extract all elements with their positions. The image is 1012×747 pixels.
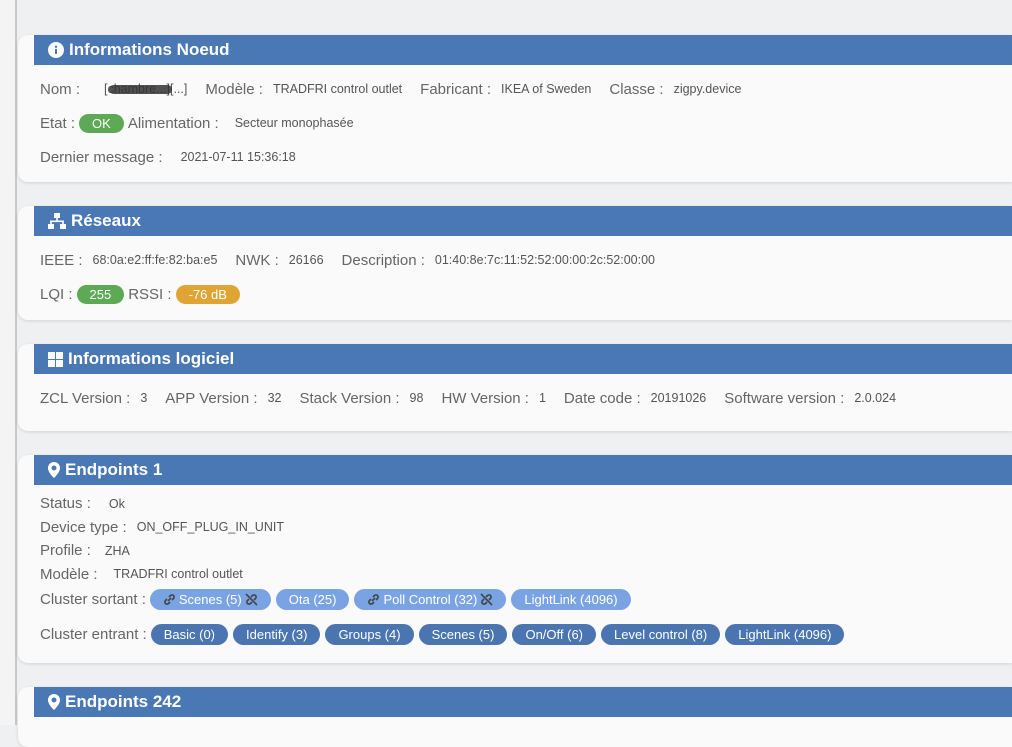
nom-value-redacted: [chambre...][...] — [104, 82, 187, 96]
modele-value: TRADFRI control outlet — [272, 82, 403, 96]
nom-label: Nom : — [40, 80, 81, 98]
lqi-label: LQI : — [40, 285, 73, 303]
dernier-message-value: 2021-07-11 15:36:18 — [180, 150, 296, 164]
alimentation-value: Secteur monophasée — [234, 116, 354, 130]
version-value: 3 — [140, 391, 148, 405]
cluster-sortant-label: Cluster sortant : — [40, 590, 146, 608]
modele-label: Modèle : — [40, 565, 98, 583]
link-icon — [164, 593, 175, 605]
rssi-badge: -76 dB — [175, 284, 240, 304]
cluster-in-chip[interactable]: Scenes (5) — [418, 623, 508, 645]
card-header: Endpoints 242 — [34, 687, 1012, 717]
classe-value: zigpy.device — [673, 82, 742, 96]
card-header: Informations logiciel — [34, 344, 1012, 374]
description-label: Description : — [341, 251, 425, 269]
cluster-out-chip[interactable]: Scenes (5) — [149, 588, 271, 610]
modele-value: TRADFRI control outlet — [113, 567, 243, 582]
lqi-badge: 255 — [76, 284, 125, 304]
card-node-info: Informations Noeud Nom : [chambre...][..… — [18, 35, 1012, 182]
card-reseaux: Réseaux IEEE : 68:0a:e2:ff:fe:82:ba:e5 N… — [18, 206, 1012, 320]
version-label: ZCL Version : — [40, 389, 131, 407]
chip-label: Groups (4) — [338, 626, 401, 642]
nwk-value: 26166 — [288, 253, 324, 267]
left-scrollbar — [0, 0, 17, 725]
version-value: 20191026 — [650, 391, 707, 405]
fabricant-label: Fabricant : — [420, 80, 492, 98]
version-value: 1 — [538, 391, 546, 405]
chip-label: LightLink (4096) — [524, 591, 618, 607]
chip-label: Basic (0) — [163, 626, 216, 642]
card-title: Informations logiciel — [68, 349, 235, 368]
cluster-in-chip[interactable]: LightLink (4096) — [725, 623, 845, 645]
cluster-in-chip[interactable]: Groups (4) — [325, 623, 414, 645]
modele-label: Modèle : — [205, 80, 263, 98]
card-title: Réseaux — [71, 211, 141, 230]
chip-label: Ota (25) — [288, 591, 337, 607]
status-value: Ok — [108, 496, 125, 511]
cluster-entrant-label: Cluster entrant : — [40, 625, 147, 643]
etat-badge: OK — [79, 113, 124, 133]
info-icon — [48, 42, 64, 58]
card-logiciel: Informations logiciel ZCL Version : 3 APP … — [18, 344, 1012, 431]
link-icon — [368, 593, 380, 605]
ieee-value: 68:0a:e2:ff:fe:82:ba:e5 — [92, 253, 218, 267]
dernier-message-label: Dernier message : — [40, 148, 163, 166]
description-value: 01:40:8e:7c:11:52:52:00:00:2c:52:00:00 — [434, 253, 655, 267]
card-header: Informations Noeud — [34, 35, 1012, 65]
classe-label: Classe : — [609, 80, 664, 98]
card-title: Endpoints 1 — [65, 460, 163, 479]
profile-label: Profile : — [40, 542, 91, 560]
chip-label: Scenes (5) — [178, 591, 242, 607]
alimentation-label: Alimentation : — [127, 114, 219, 132]
unlink-icon — [480, 592, 493, 606]
chip-label: Poll Control (32) — [383, 591, 478, 607]
card-header: Réseaux — [34, 206, 1012, 236]
network-icon — [48, 213, 66, 229]
device-type-label: Device type : — [40, 518, 127, 536]
status-label: Status : — [40, 495, 91, 513]
card-endpoint-1: Endpoints 1 Status : Ok Device type : ON_O… — [18, 455, 1012, 663]
nwk-label: NWK : — [235, 251, 279, 269]
card-endpoint-242: Endpoints 242 — [18, 687, 1012, 747]
chip-label: Scenes (5) — [431, 626, 495, 642]
profile-value: ZHA — [104, 543, 130, 558]
unlink-icon — [245, 592, 258, 606]
card-title: Endpoints 242 — [65, 692, 182, 711]
chip-label: On/Off (6) — [525, 626, 584, 642]
cluster-out-chip[interactable]: LightLink (4096) — [511, 588, 631, 610]
version-label: APP Version : — [165, 389, 258, 407]
rssi-label: RSSI : — [128, 285, 172, 303]
cluster-out-chip[interactable]: Ota (25) — [275, 588, 350, 610]
ieee-label: IEEE : — [40, 251, 83, 269]
version-label: Stack Version : — [299, 389, 400, 407]
cluster-in-chip[interactable]: Identify (3) — [233, 623, 321, 645]
card-title: Informations Noeud — [69, 40, 230, 59]
etat-label: Etat : — [40, 114, 76, 132]
version-value: 98 — [409, 391, 424, 405]
chip-label: Identify (3) — [246, 626, 308, 642]
chip-label: LightLink (4096) — [738, 626, 832, 642]
cluster-in-chip[interactable]: Level control (8) — [601, 623, 721, 645]
device-type-value: ON_OFF_PLUG_IN_UNIT — [136, 520, 284, 535]
cluster-out-chip[interactable]: Poll Control (32) — [354, 588, 507, 610]
cluster-in-chip[interactable]: On/Off (6) — [512, 623, 597, 645]
fabricant-value: IKEA of Sweden — [501, 82, 592, 96]
version-label: Software version : — [724, 389, 845, 407]
map-marker-icon — [48, 462, 60, 478]
windows-icon — [48, 351, 63, 367]
chip-label: Level control (8) — [614, 626, 708, 642]
version-value: 32 — [267, 391, 282, 405]
version-label: HW Version : — [441, 389, 529, 407]
cluster-in-chip[interactable]: Basic (0) — [150, 623, 229, 645]
version-value: 2.0.024 — [854, 391, 897, 405]
card-header: Endpoints 1 — [34, 455, 1012, 485]
version-label: Date code : — [563, 389, 641, 407]
map-marker-icon — [48, 694, 60, 710]
